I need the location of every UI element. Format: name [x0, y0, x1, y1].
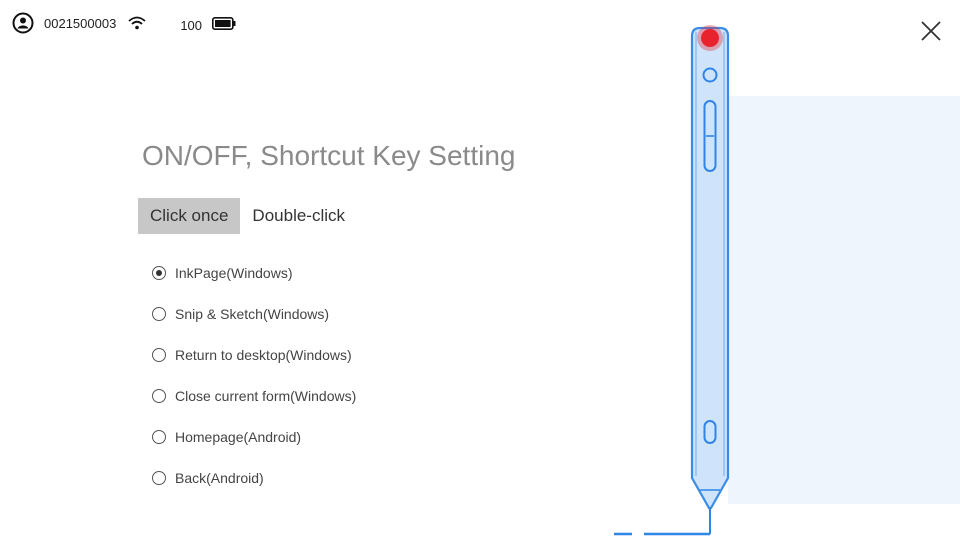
status-bar: 0021500003 100	[12, 12, 236, 34]
page-title: ON/OFF, Shortcut Key Setting	[142, 140, 516, 171]
user-circle-icon	[12, 12, 34, 34]
tab-click-once[interactable]: Click once	[138, 198, 241, 234]
option-return-desktop[interactable]: Return to desktop(Windows)	[152, 344, 356, 366]
radio-icon[interactable]	[152, 348, 166, 362]
wifi-icon	[128, 16, 146, 30]
option-snip-sketch[interactable]: Snip & Sketch(Windows)	[152, 303, 356, 325]
option-label: Close current form(Windows)	[175, 388, 357, 404]
battery-level: 100	[180, 17, 203, 33]
close-icon[interactable]	[920, 20, 942, 42]
option-label: Back(Android)	[175, 470, 264, 486]
radio-icon[interactable]	[152, 389, 166, 403]
shortcut-options: InkPage(Windows) Snip & Sketch(Windows) …	[152, 262, 356, 508]
radio-icon[interactable]	[152, 430, 166, 444]
tab-double-click[interactable]: Double-click	[240, 198, 357, 234]
stylus-pen-illustration	[614, 25, 730, 536]
option-homepage[interactable]: Homepage(Android)	[152, 426, 356, 448]
option-label: Homepage(Android)	[175, 429, 302, 445]
option-label: InkPage(Windows)	[175, 265, 293, 281]
device-id: 0021500003	[44, 15, 117, 31]
pen-illustration-panel	[728, 96, 960, 504]
click-mode-tabs: Click once Double-click	[138, 198, 357, 234]
battery-icon	[212, 16, 236, 30]
option-close-form[interactable]: Close current form(Windows)	[152, 385, 356, 407]
option-label: Snip & Sketch(Windows)	[175, 306, 330, 322]
option-back[interactable]: Back(Android)	[152, 467, 356, 489]
option-inkpage[interactable]: InkPage(Windows)	[152, 262, 356, 284]
radio-icon[interactable]	[152, 471, 166, 485]
option-label: Return to desktop(Windows)	[175, 347, 352, 363]
radio-icon[interactable]	[152, 307, 166, 321]
radio-selected-icon[interactable]	[152, 266, 166, 280]
